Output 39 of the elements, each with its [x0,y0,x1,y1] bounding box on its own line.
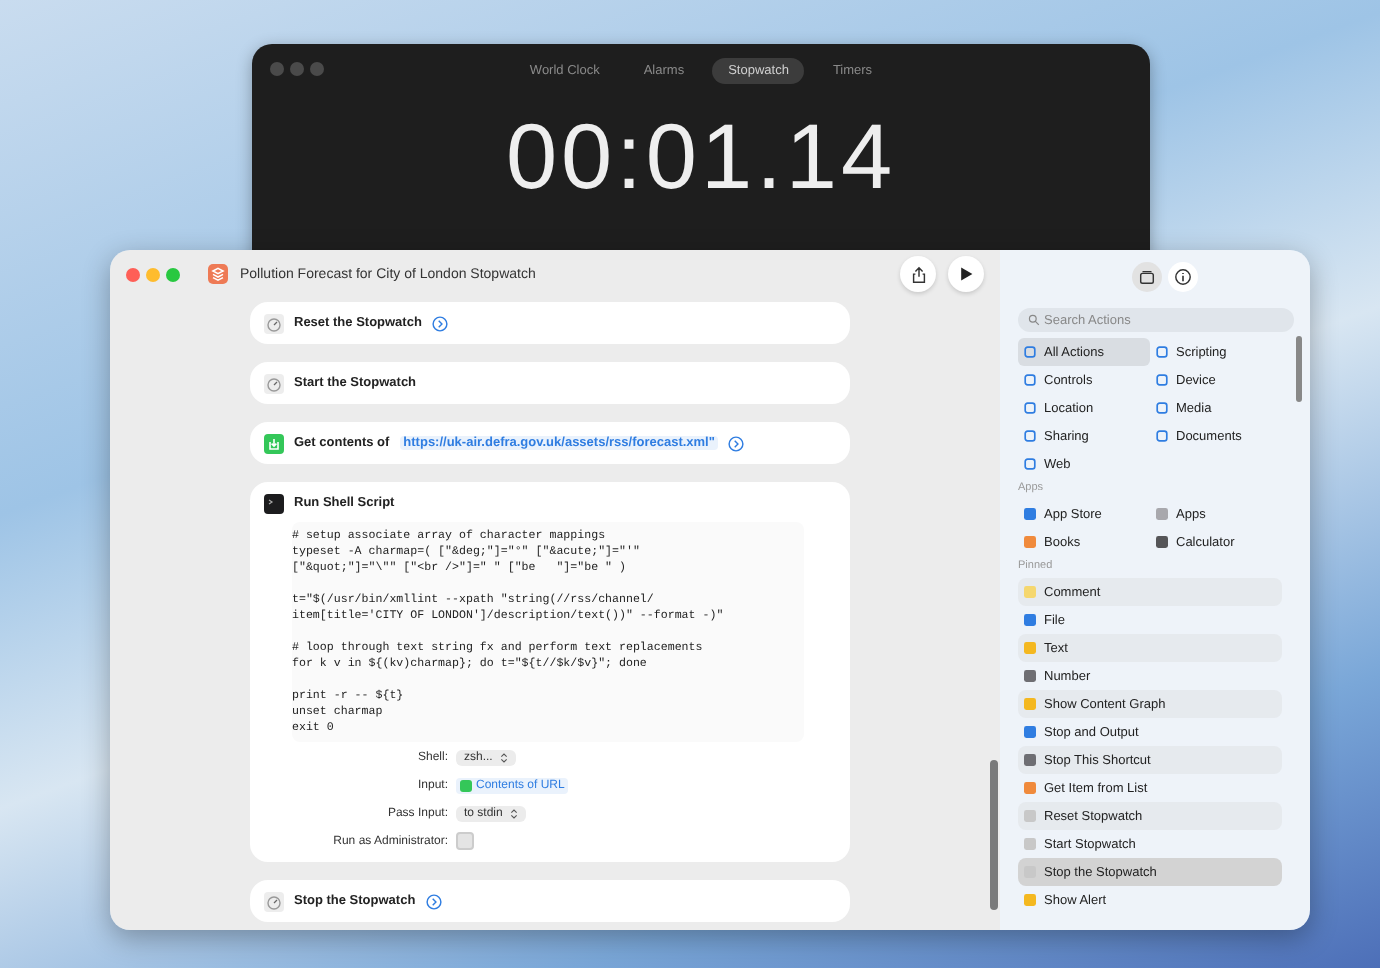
minimize-button[interactable] [290,62,304,76]
info-button[interactable] [1167,261,1197,291]
action-card[interactable] [250,482,850,862]
clock-icon [264,373,284,393]
chevron-circle-icon[interactable] [728,435,745,451]
stopwatch-time: 00:01.14 [505,102,897,212]
close-button[interactable] [126,267,140,281]
download-icon [264,433,284,453]
square-icon [1156,402,1168,414]
clock-icon [264,891,284,911]
chevron-up-down-icon [500,751,509,763]
square-icon [1024,430,1036,442]
square-icon [1156,430,1168,442]
zoom-button[interactable] [310,62,324,76]
square-icon [1156,374,1168,386]
square-icon [1024,402,1036,414]
square-icon [1024,374,1036,386]
checkbox[interactable] [456,832,474,850]
library-button[interactable] [1131,261,1161,291]
zoom-button[interactable] [166,267,180,281]
scrollbar[interactable] [1296,336,1302,402]
square-icon [1024,458,1036,470]
share-icon [909,265,927,283]
tray-icon [1137,267,1155,285]
chevron-up-down-icon [510,807,519,819]
square-icon [1024,346,1036,358]
info-icon [1173,267,1191,285]
run-button[interactable] [948,256,984,292]
square-icon [1156,346,1168,358]
search-icon [1028,314,1040,326]
share-button[interactable] [900,256,936,292]
layers-icon [208,264,228,284]
chevron-circle-icon[interactable] [425,893,442,909]
play-icon [958,266,974,282]
terminal-icon [264,493,284,513]
close-button[interactable] [270,62,284,76]
tile-icon [460,779,472,791]
clock-icon [264,313,284,333]
chevron-circle-icon[interactable] [431,315,448,331]
